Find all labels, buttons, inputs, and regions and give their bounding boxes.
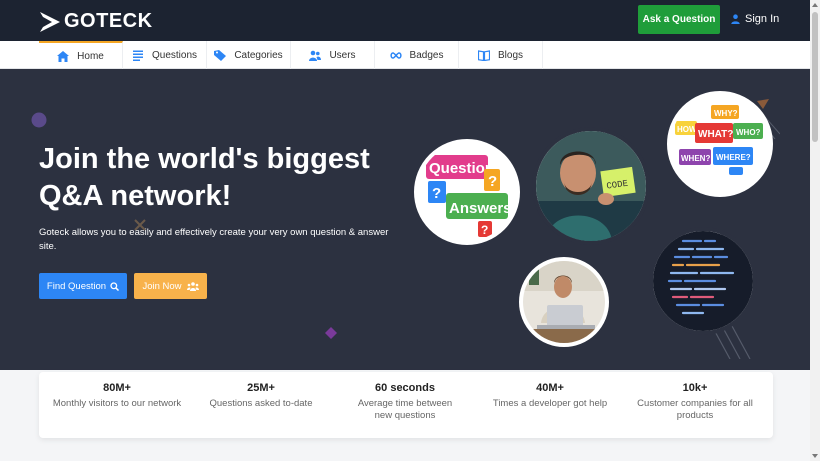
users-group-icon — [186, 281, 199, 291]
sign-in-label: Sign In — [745, 13, 780, 25]
join-now-label: Join Now — [142, 280, 182, 292]
logo[interactable]: GOTECK — [39, 10, 153, 33]
home-icon — [57, 50, 70, 62]
nav-item-badges[interactable]: Badges — [375, 41, 459, 69]
stat-value: 40M+ — [536, 382, 564, 394]
sign-in-link[interactable]: Sign In — [731, 13, 779, 25]
nav-item-questions[interactable]: Questions — [123, 41, 207, 69]
logo-text: GOTECK — [64, 10, 153, 32]
developer-code-photo: CODE — [532, 127, 650, 245]
what-text: WHAT? — [698, 129, 733, 140]
stat-label: Monthly visitors to our network — [52, 398, 182, 409]
who-text: WHO? — [736, 128, 761, 137]
laptop-worker-photo — [519, 257, 609, 347]
stat-item: 10k+ Customer companies for all products — [625, 382, 765, 422]
scroll-thumb[interactable] — [812, 12, 818, 142]
tag-icon — [214, 49, 227, 61]
nav-item-users[interactable]: Users — [291, 41, 375, 69]
nav-label-blogs: Blogs — [497, 49, 523, 61]
search-icon — [110, 281, 120, 291]
page-scrollbar[interactable] — [810, 0, 820, 461]
scroll-up-arrow-icon[interactable] — [810, 0, 820, 10]
hero-description: Goteck allows you to easily and effectiv… — [39, 227, 389, 252]
stat-item: 80M+ Monthly visitors to our network — [47, 382, 187, 410]
find-question-label: Find Question — [46, 280, 107, 292]
find-question-button[interactable]: Find Question — [39, 273, 127, 299]
svg-text:?: ? — [481, 223, 488, 237]
nav-label-home: Home — [77, 50, 104, 62]
ask-question-button[interactable]: Ask a Question — [638, 5, 720, 34]
list-icon — [132, 50, 143, 61]
nav-label-questions: Questions — [151, 49, 198, 61]
logo-mark-icon — [40, 11, 60, 32]
stats-bar: 80M+ Monthly visitors to our network 25M… — [39, 372, 773, 438]
stat-item: 40M+ Times a developer got help — [480, 382, 620, 410]
svg-text:?: ? — [432, 185, 441, 202]
stat-value: 25M+ — [247, 382, 275, 394]
hero-title-line1: Join the world's biggest — [39, 143, 370, 175]
question-bubbles-image: WHY? HOW WHAT? WHO? WHEN? WHERE? — [667, 91, 773, 197]
stat-label: Questions asked to-date — [209, 398, 313, 409]
code-screen-illustration — [653, 231, 753, 331]
why-text: WHY? — [714, 109, 738, 118]
decor-diamond-icon — [325, 327, 337, 339]
infinity-icon — [389, 51, 402, 59]
stat-label: Customer companies for all products — [637, 398, 753, 421]
stat-value: 60 seconds — [375, 382, 435, 394]
nav-label-badges: Badges — [409, 49, 444, 61]
decor-circle-icon — [31, 112, 47, 128]
code-screen-photo — [649, 227, 757, 335]
hero-section: Join the world's biggest Q&A network! Go… — [0, 69, 810, 370]
nav-label-users: Users — [329, 49, 356, 61]
how-text: HOW — [677, 125, 697, 134]
nav-item-home[interactable]: Home — [39, 41, 123, 69]
stat-label: Times a developer got help — [492, 398, 608, 409]
nav-item-blogs[interactable]: Blogs — [459, 41, 543, 69]
question-bubbles-illustration: WHY? HOW WHAT? WHO? WHEN? WHERE? — [671, 95, 769, 193]
nav-item-categories[interactable]: Categories — [207, 41, 291, 69]
laptop-worker-illustration — [523, 261, 605, 343]
main-nav: Home Questions Categories Users Badges B… — [0, 41, 810, 69]
join-now-button[interactable]: Join Now — [134, 273, 207, 299]
developer-photo-illustration: CODE — [536, 131, 646, 241]
user-icon — [731, 14, 740, 24]
hero-title-line2: Q&A network! — [39, 180, 232, 212]
questions-answers-image: Questions ? ? Answers ? — [414, 139, 520, 245]
top-header: GOTECK Ask a Question Sign In — [0, 0, 810, 41]
scroll-down-arrow-icon[interactable] — [810, 451, 820, 461]
stat-label: Average time between new questions — [357, 398, 453, 421]
when-text: WHEN? — [681, 154, 710, 163]
users-icon — [309, 50, 322, 61]
answers-text: Answers — [449, 200, 512, 217]
stat-item: 60 seconds Average time between new ques… — [335, 382, 475, 422]
stat-item: 25M+ Questions asked to-date — [191, 382, 331, 410]
stat-value: 80M+ — [103, 382, 131, 394]
svg-text:?: ? — [488, 173, 497, 190]
nav-label-categories: Categories — [234, 49, 283, 61]
where-text: WHERE? — [716, 153, 751, 162]
questions-answers-illustration: Questions ? ? Answers ? — [418, 143, 516, 241]
book-icon — [477, 49, 490, 61]
hero-title: Join the world's biggest Q&A network! — [39, 141, 399, 215]
stat-value: 10k+ — [682, 382, 708, 394]
